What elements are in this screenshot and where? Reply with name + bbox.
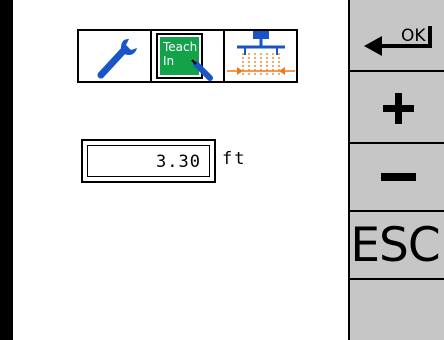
enter-arrow-icon xyxy=(364,26,432,56)
value-text: 3.30 xyxy=(87,145,210,177)
plus-icon xyxy=(383,93,414,124)
teach-in-icon[interactable]: Teach In xyxy=(152,31,225,81)
esc-label: ESC xyxy=(350,217,440,273)
value-field[interactable]: 3.30 xyxy=(81,139,216,183)
ok-button[interactable]: OK xyxy=(350,0,444,72)
softkey-column: OK ESC xyxy=(348,0,444,340)
ok-label: OK xyxy=(401,26,426,46)
boom-width-icon[interactable] xyxy=(225,31,296,81)
plus-button[interactable] xyxy=(350,72,444,144)
icon-bar: Teach In xyxy=(77,29,298,83)
wrench-icon[interactable] xyxy=(79,31,152,81)
esc-button[interactable]: ESC xyxy=(350,212,444,280)
in-text: In xyxy=(163,54,174,68)
minus-button[interactable] xyxy=(350,144,444,212)
minus-icon xyxy=(381,173,416,181)
unit-label: ft xyxy=(222,149,247,169)
teach-text: Teach xyxy=(162,40,197,54)
empty-softkey[interactable] xyxy=(350,280,444,340)
main-panel: Teach In 3.30 ft xyxy=(13,0,348,340)
display-screen: Teach In 3.30 ft OK ESC xyxy=(13,0,444,340)
